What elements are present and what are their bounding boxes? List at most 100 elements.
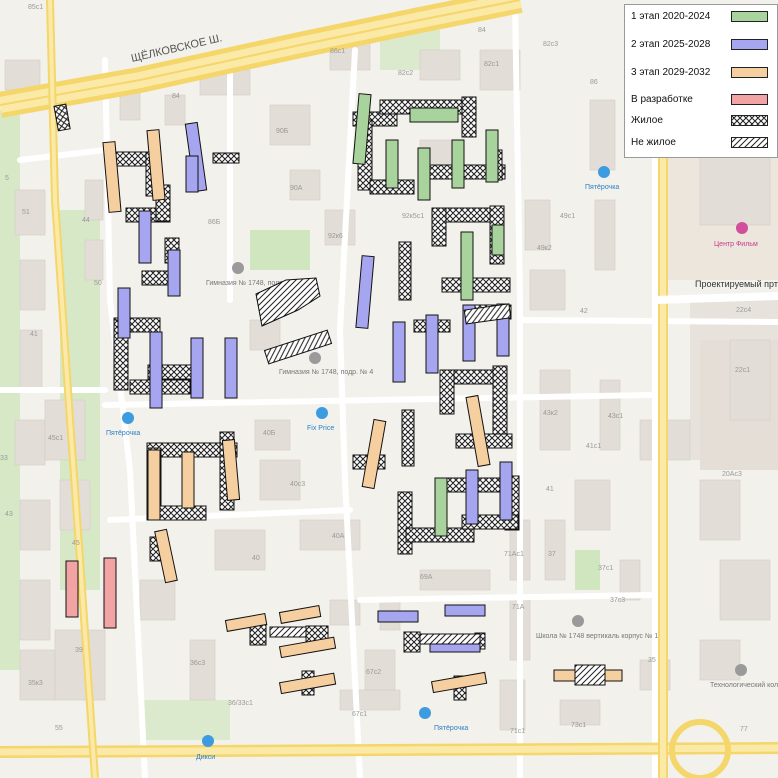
house-number: 43к2 <box>543 410 558 417</box>
school-icon <box>309 352 321 364</box>
stage2-building <box>499 461 513 521</box>
residential-building <box>492 365 508 443</box>
stage1-building <box>417 147 431 201</box>
nonresidential-building <box>269 626 307 638</box>
stage3-building <box>278 605 322 624</box>
legend-item-development: В разработке <box>625 90 778 110</box>
house-number: 43с1 <box>608 413 623 420</box>
stage2-building <box>224 337 238 399</box>
poi-label-dixy: Дикси <box>196 754 215 761</box>
stage2-building <box>444 604 486 617</box>
residential-building <box>212 152 240 164</box>
legend-item-stage1: 1 этап 2020-2024 <box>625 7 778 27</box>
stage1-building <box>491 224 505 256</box>
house-number: 82с3 <box>543 41 558 48</box>
house-number: 40Б <box>263 430 276 437</box>
house-number: 73с1 <box>571 722 586 729</box>
stage1-building <box>451 139 465 189</box>
residential-building <box>439 369 455 415</box>
house-number: 92к6 <box>328 233 343 240</box>
residential-building <box>397 491 413 555</box>
legend-item-residential: Жилое <box>625 111 778 131</box>
stage3-building <box>361 418 387 490</box>
poi-label-gymnasium-2: Гимназия № 1748, подр. № 4 <box>279 369 373 376</box>
house-number: 45 <box>72 540 80 547</box>
stage2-building <box>465 469 479 525</box>
poi-label-fixprice: Fix Price <box>307 425 334 432</box>
legend-swatch-nonresidential <box>731 137 768 148</box>
house-number: 22с1 <box>735 367 750 374</box>
shop-icon <box>598 166 610 178</box>
house-number: 86 <box>590 79 598 86</box>
house-number: 71с1 <box>510 728 525 735</box>
house-number: 43 <box>5 511 13 518</box>
house-number: 39 <box>75 647 83 654</box>
house-number: 84 <box>478 27 486 34</box>
stage3-building <box>465 394 491 468</box>
legend-label: 3 этап 2029-2032 <box>631 67 711 78</box>
shop-icon <box>122 412 134 424</box>
stage2-building <box>117 287 131 339</box>
legend-label: В разработке <box>631 94 693 105</box>
house-number: 50 <box>94 280 102 287</box>
house-number: 69А <box>420 574 433 581</box>
house-number: 71Ас1 <box>504 551 524 558</box>
house-number: 51 <box>22 209 30 216</box>
residential-building <box>401 409 415 467</box>
poi-label-cinema: Центр Фильм <box>714 241 758 248</box>
poi-label-pyaterochka-3: Пятёрочка <box>434 725 468 732</box>
map-legend: 1 этап 2020-2024 2 этап 2025-2028 3 этап… <box>624 4 778 158</box>
poi-label-pyaterochka-1: Пятёрочка <box>106 430 140 437</box>
house-number: 82с1 <box>484 61 499 68</box>
stage2-building <box>425 314 439 374</box>
house-number: 5 <box>5 175 9 182</box>
residential-building <box>461 96 477 138</box>
house-number: 40с3 <box>290 481 305 488</box>
development-building <box>103 557 117 629</box>
house-number: 41 <box>546 486 554 493</box>
house-number: 84 <box>172 93 180 100</box>
legend-item-stage3: 3 этап 2029-2032 <box>625 63 778 83</box>
legend-swatch-residential <box>731 115 768 126</box>
house-number: 49с1 <box>560 213 575 220</box>
house-number: 55 <box>55 725 63 732</box>
poi-label-school: Школа № 1748 вертикаль корпус № 1 <box>536 633 658 640</box>
house-number: 44 <box>82 217 90 224</box>
house-number: 82с2 <box>398 70 413 77</box>
school-icon <box>572 615 584 627</box>
house-number: 20Ас3 <box>722 471 742 478</box>
house-number: 85с1 <box>28 4 43 11</box>
legend-label: Жилое <box>631 115 663 126</box>
stage1-building <box>485 129 499 183</box>
shop-icon <box>316 407 328 419</box>
house-number: 35к3 <box>28 680 43 687</box>
house-number: 40 <box>252 555 260 562</box>
house-number: 37с3 <box>610 597 625 604</box>
stage3-building <box>181 451 195 509</box>
house-number: 67с1 <box>352 711 367 718</box>
residential-building <box>431 207 447 247</box>
house-number: 49к2 <box>537 245 552 252</box>
residential-building <box>249 624 267 646</box>
house-number: 42 <box>580 308 588 315</box>
house-number: 37с1 <box>598 565 613 572</box>
stage1-building <box>434 477 448 537</box>
stage2-building <box>167 249 181 297</box>
legend-item-stage2: 2 этап 2025-2028 <box>625 35 778 55</box>
shop-icon <box>419 707 431 719</box>
legend-label: 2 этап 2025-2028 <box>631 39 711 50</box>
house-number: 35 <box>648 657 656 664</box>
stage2-building <box>149 331 163 409</box>
legend-label: Не жилое <box>631 137 676 148</box>
house-number: 86Б <box>208 219 221 226</box>
house-number: 33 <box>0 455 8 462</box>
school-icon <box>735 664 747 676</box>
residential-building <box>141 270 171 286</box>
stage2-building <box>392 321 406 383</box>
residential-building <box>398 241 412 301</box>
house-number: 90Б <box>276 128 289 135</box>
legend-swatch-development <box>731 94 768 105</box>
street-label-projected: Проектируемый прт <box>695 279 778 289</box>
poi-label-college: Технологический колледж <box>710 681 778 689</box>
house-number: 41с1 <box>586 443 601 450</box>
